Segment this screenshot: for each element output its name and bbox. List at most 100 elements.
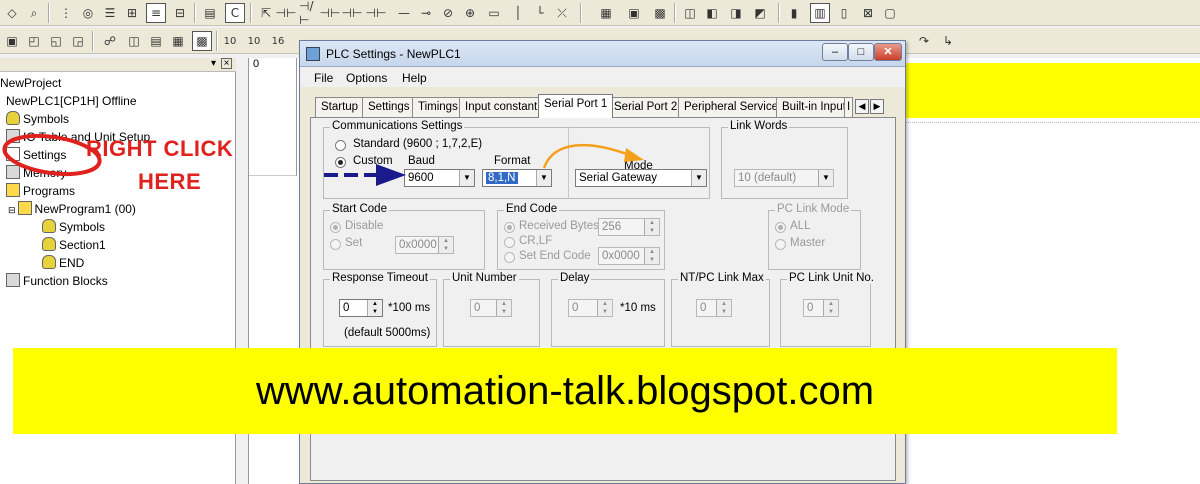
delay-input[interactable]: 0 ▲ ▼ (568, 299, 613, 317)
undo-icon[interactable]: ↷ (914, 31, 934, 51)
baud-select[interactable]: 9600 ▼ (404, 169, 475, 187)
numeric-16-icon[interactable]: 16 (268, 31, 288, 51)
close-icon[interactable]: × (221, 58, 232, 69)
spinner-icon[interactable]: ▲ ▼ (597, 300, 612, 316)
tree-item-end[interactable]: END (42, 255, 84, 271)
nt-pc-link-max-input[interactable]: 0 ▲ ▼ (696, 299, 732, 317)
received-bytes-input[interactable]: 256 ▲ ▼ (598, 218, 660, 236)
tab-scroll-left-icon[interactable]: ◀ (855, 99, 869, 114)
cursor-icon[interactable]: ◇ (2, 3, 22, 23)
spinner-icon[interactable]: ▲ ▼ (644, 219, 659, 235)
ct-icon[interactable]: C (225, 3, 245, 23)
numeric-10-icon[interactable]: 10 (220, 31, 240, 51)
sma-icon[interactable]: ▤ (200, 3, 220, 23)
tree-item-section1[interactable]: Section1 (42, 237, 106, 253)
start-set-radio[interactable] (330, 239, 341, 250)
corner-line-icon[interactable]: └ (530, 3, 550, 23)
grid-icon[interactable]: ⋮ (56, 3, 76, 23)
select-mode-icon[interactable]: ⇱ (256, 3, 276, 23)
force-on-icon[interactable]: ◧ (702, 3, 722, 23)
maximize-button[interactable]: □ (848, 43, 874, 61)
minimize-button[interactable]: – (822, 43, 848, 61)
spinner-icon[interactable]: ▲ ▼ (496, 300, 511, 316)
start-disable-radio[interactable] (330, 222, 341, 233)
or-no-icon[interactable]: ⊣⊢ (320, 3, 341, 23)
menu-help[interactable]: Help (402, 71, 427, 85)
tree-item-project[interactable]: NewProject (0, 75, 61, 91)
spinner-icon[interactable]: ▲ ▼ (716, 300, 731, 316)
tree-item-program1[interactable]: ⊟ NewProgram1 (00) (8, 201, 136, 217)
tab-serial-port-1[interactable]: Serial Port 1 (538, 94, 614, 118)
coil-icon[interactable]: ⊸ (416, 3, 436, 23)
tab-peripheral-service[interactable]: Peripheral Service (678, 97, 784, 117)
spinner-icon[interactable]: ▲ ▼ (367, 300, 382, 316)
tree-item-program-symbols[interactable]: Symbols (42, 219, 105, 235)
diff-monitor-icon[interactable]: ◫ (680, 3, 700, 23)
received-bytes-radio[interactable] (504, 222, 515, 233)
program-mode-icon[interactable]: ▮ (784, 3, 804, 23)
coil-set-icon[interactable]: ⊕ (460, 3, 480, 23)
or-nc-icon[interactable]: ⊣⊢ (342, 3, 363, 23)
tab-timings[interactable]: Timings (412, 97, 464, 117)
tab-scroll-right-icon[interactable]: ▶ (870, 99, 884, 114)
horizontal-line-icon[interactable]: — (394, 3, 414, 23)
monitor-icon[interactable]: ▣ (624, 3, 644, 23)
return-icon[interactable]: ↳ (938, 31, 958, 51)
online-icon[interactable]: ▦ (596, 3, 616, 23)
set-end-code-input[interactable]: 0x0000 ▲ ▼ (598, 247, 660, 265)
zoom-icon[interactable]: ⌕ (24, 3, 44, 23)
watch-icon[interactable]: ◎ (78, 3, 98, 23)
tree-item-function-blocks[interactable]: Function Blocks (6, 273, 108, 289)
dropdown-icon[interactable]: ▾ (211, 58, 216, 69)
coil-nc-icon[interactable]: ⊘ (438, 3, 458, 23)
menu-file[interactable]: File (314, 71, 333, 85)
vertical-line-icon[interactable]: │ (508, 3, 528, 23)
stop-icon[interactable]: ⊠ (858, 3, 878, 23)
memory-icon[interactable]: ▦ (168, 31, 188, 51)
numeric-10b-icon[interactable]: 10 (244, 31, 264, 51)
tab-serial-port-2[interactable]: Serial Port 2 (608, 97, 684, 117)
contact-no-icon[interactable]: ⊣⊢ (276, 3, 297, 23)
output-view-icon[interactable]: ◱ (46, 31, 66, 51)
tab-startup[interactable]: Startup (315, 97, 365, 117)
tree-item-plc[interactable]: NewPLC1[CP1H] Offline (6, 93, 137, 109)
properties-icon[interactable]: ◲ (68, 31, 88, 51)
tree-item-programs[interactable]: Programs (6, 183, 75, 199)
run-mode-icon[interactable]: ▥ (810, 3, 830, 23)
pulse-icon[interactable]: ⊣⊢ (366, 3, 387, 23)
dialog-titlebar[interactable]: PLC Settings - NewPLC1 – □ ✕ (300, 41, 905, 67)
project-icon[interactable]: ▣ (2, 31, 22, 51)
tab-built-in-input[interactable]: Built-in Input (776, 97, 852, 117)
cross-ref-icon[interactable]: ⊟ (170, 3, 190, 23)
transfer-icon[interactable]: ▩ (650, 3, 670, 23)
group-icon[interactable]: ☍ (100, 31, 120, 51)
ladder-view-icon[interactable]: ◰ (24, 31, 44, 51)
io-comment-icon[interactable]: ⊞ (122, 3, 142, 23)
pc-link-all-radio[interactable] (775, 222, 786, 233)
instruction-icon[interactable]: ▭ (484, 3, 504, 23)
force-off-icon[interactable]: ◨ (726, 3, 746, 23)
delete-line-icon[interactable]: ⤫ (552, 3, 572, 23)
spinner-icon[interactable]: ▲ ▼ (644, 248, 659, 264)
list-icon[interactable]: ☰ (100, 3, 120, 23)
start-code-input[interactable]: 0x0000 ▲ ▼ (395, 236, 454, 254)
menu-options[interactable]: Options (346, 71, 387, 85)
crlf-radio[interactable] (504, 237, 515, 248)
rung-comment-icon[interactable]: ≡ (146, 3, 166, 23)
standard-radio[interactable] (335, 140, 346, 151)
tab-settings[interactable]: Settings (362, 97, 416, 117)
address-icon[interactable]: ▤ (146, 31, 166, 51)
close-button[interactable]: ✕ (874, 43, 902, 61)
contact-nc-icon[interactable]: ⊣/⊢ (298, 0, 318, 27)
monitor-mode-icon[interactable]: ▯ (834, 3, 854, 23)
tab-overflow[interactable]: I (844, 97, 854, 117)
link-words-select[interactable]: 10 (default) ▼ (734, 169, 834, 187)
io-table-icon[interactable]: ▩ (192, 31, 212, 51)
tab-input-constant[interactable]: Input constant (459, 97, 544, 117)
pc-link-unit-no-input[interactable]: 0 ▲ ▼ (803, 299, 839, 317)
force-cancel-icon[interactable]: ◩ (750, 3, 770, 23)
response-timeout-input[interactable]: 0 ▲ ▼ (339, 299, 383, 317)
spinner-icon[interactable]: ▲ ▼ (438, 237, 453, 253)
set-end-code-radio[interactable] (504, 252, 515, 263)
spinner-icon[interactable]: ▲ ▼ (823, 300, 838, 316)
